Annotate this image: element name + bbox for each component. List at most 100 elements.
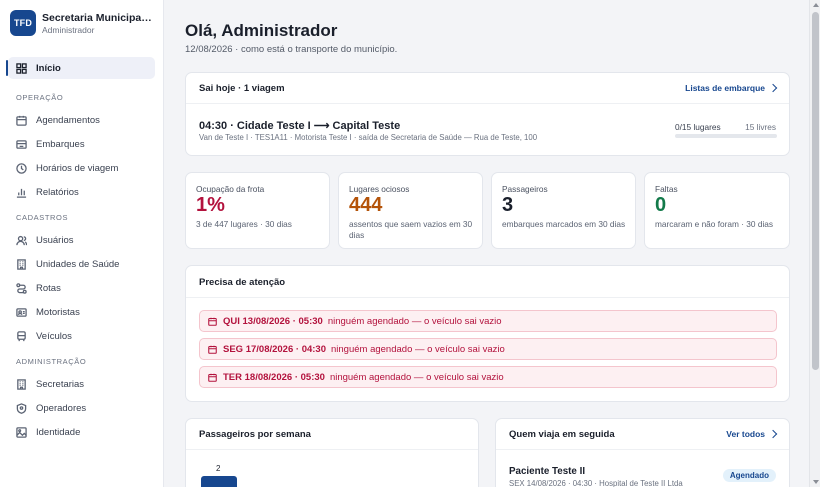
alert-text: ninguém agendado — o veículo sai vazio: [331, 343, 505, 355]
sidebar-item-label: Início: [36, 62, 61, 74]
brand-subtitle: Administrador: [42, 24, 95, 35]
stat-label: Ocupação da frota: [196, 184, 265, 194]
sidebar-item-horarios[interactable]: Horários de viagem: [8, 157, 155, 179]
page-subtitle: 12/08/2026 · como está o transporte do m…: [185, 44, 398, 55]
scrollbar[interactable]: [809, 0, 820, 487]
calendar-icon: [208, 345, 217, 354]
stat-note: assentos que saem vazios em 30 dias: [349, 219, 473, 240]
section-title-cadastros: CADASTROS: [16, 213, 69, 222]
scroll-down-arrow[interactable]: [813, 480, 819, 484]
sidebar-item-operadores[interactable]: Operadores: [8, 397, 155, 419]
sidebar-item-label: Secretarias: [36, 378, 85, 390]
section-title-operacao: OPERAÇÃO: [16, 93, 64, 102]
sidebar-item-label: Rotas: [36, 282, 61, 294]
sidebar-item-label: Usuários: [36, 234, 74, 246]
route-icon: [16, 282, 27, 294]
sidebar-item-usuarios[interactable]: Usuários: [8, 229, 155, 251]
sidebar-item-label: Veículos: [36, 330, 72, 342]
sidebar-item-rotas[interactable]: Rotas: [8, 277, 155, 299]
stat-label: Passageiros: [502, 184, 548, 194]
section-title-administracao: ADMINISTRAÇÃO: [16, 357, 87, 366]
bar-chart-icon: [16, 187, 27, 198]
grid-icon: [16, 62, 27, 74]
attention-title: Precisa de atenção: [199, 277, 286, 288]
sidebar: TFD Secretaria Municipal d... Administra…: [0, 0, 164, 487]
bus-icon: [16, 330, 27, 342]
see-all-label: Ver todos: [726, 429, 765, 439]
today-card: Sai hoje · 1 viagem Listas de embarque 0…: [185, 72, 790, 156]
alert-date: QUI 13/08/2026 · 05:30: [223, 315, 323, 327]
stat-card-ociosos: Lugares ociosos 444 assentos que saem va…: [338, 172, 483, 249]
calendar-icon: [208, 317, 217, 326]
bar-value-label: 2: [216, 464, 221, 473]
chevron-right-icon: [768, 429, 778, 439]
passenger-meta: SEX 14/08/2026 · 04:30 · Hospital de Tes…: [509, 479, 683, 487]
clock-icon: [16, 162, 27, 174]
sidebar-item-label: Motoristas: [36, 306, 80, 318]
stat-note: embarques marcados em 30 dias: [502, 219, 626, 229]
seats-used: 0/15 lugares: [675, 122, 721, 132]
alert-text: ninguém agendado — o veículo sai vazio: [327, 315, 502, 327]
sidebar-item-agendamentos[interactable]: Agendamentos: [8, 109, 155, 131]
weekly-title: Passageiros por semana: [199, 428, 311, 440]
scroll-thumb[interactable]: [812, 12, 819, 370]
sidebar-item-label: Operadores: [36, 402, 87, 414]
stat-card-passageiros: Passageiros 3 embarques marcados em 30 d…: [491, 172, 636, 249]
sidebar-item-inicio[interactable]: Início: [6, 57, 155, 79]
sidebar-item-relatorios[interactable]: Relatórios: [8, 181, 155, 203]
stat-card-ocupacao: Ocupação da frota 1% 3 de 447 lugares · …: [185, 172, 330, 249]
sidebar-item-unidades[interactable]: Unidades de Saúde: [8, 253, 155, 275]
page-title: Olá, Administrador: [185, 21, 338, 40]
stat-value: 3: [502, 194, 514, 216]
sidebar-item-label: Identidade: [36, 426, 81, 438]
sidebar-item-secretarias[interactable]: Secretarias: [8, 373, 155, 395]
see-all-link[interactable]: Ver todos: [726, 429, 778, 439]
seats-free: 15 livres: [745, 122, 776, 132]
brand-logo: TFD: [10, 10, 36, 36]
attention-alert[interactable]: QUI 13/08/2026 · 05:30 ninguém agendado …: [199, 310, 777, 332]
sidebar-item-identidade[interactable]: Identidade: [8, 421, 155, 443]
building-icon: [16, 258, 27, 270]
brand: TFD Secretaria Municipal d... Administra…: [0, 0, 163, 46]
sidebar-item-label: Horários de viagem: [36, 162, 119, 174]
weekly-card: Passageiros por semana 2: [185, 418, 479, 487]
attention-alert[interactable]: TER 18/08/2026 · 05:30 ninguém agendado …: [199, 366, 777, 388]
status-badge: Agendado: [722, 469, 776, 482]
trip-title[interactable]: 04:30 · Cidade Teste I ⟶ Capital Teste: [199, 119, 400, 132]
calendar-icon: [16, 115, 27, 126]
next-card: Quem viaja em seguida Ver todos Paciente…: [495, 418, 790, 487]
sidebar-item-label: Agendamentos: [36, 114, 100, 126]
stat-value: 1%: [196, 194, 225, 216]
id-card-icon: [16, 307, 27, 318]
today-title: Sai hoje · 1 viagem: [199, 82, 285, 94]
sidebar-item-embarques[interactable]: Embarques: [8, 133, 155, 155]
weekly-bar: [201, 476, 237, 487]
attention-card: Precisa de atenção QUI 13/08/2026 · 05:3…: [185, 265, 790, 402]
alert-date: SEG 17/08/2026 · 04:30: [223, 343, 326, 355]
stat-note: 3 de 447 lugares · 30 dias: [196, 219, 292, 229]
boarding-lists-link[interactable]: Listas de embarque: [685, 83, 778, 93]
sidebar-item-label: Embarques: [36, 138, 85, 150]
stat-value: 444: [349, 194, 383, 216]
shield-icon: [16, 402, 27, 414]
passenger-name[interactable]: Paciente Teste II: [509, 466, 585, 477]
calendar-icon: [208, 373, 217, 382]
sidebar-item-veiculos[interactable]: Veículos: [8, 325, 155, 347]
sidebar-item-label: Unidades de Saúde: [36, 258, 120, 270]
next-title: Quem viaja em seguida: [509, 428, 615, 440]
attention-alert[interactable]: SEG 17/08/2026 · 04:30 ninguém agendado …: [199, 338, 777, 360]
trip-meta: Van de Teste I · TES1A11 · Motorista Tes…: [199, 133, 538, 142]
alert-text: ninguém agendado — o veículo sai vazio: [329, 371, 504, 383]
chevron-right-icon: [768, 83, 778, 93]
stat-value: 0: [655, 194, 667, 216]
sidebar-item-motoristas[interactable]: Motoristas: [8, 301, 155, 323]
stat-note: marcaram e não foram · 30 dias: [655, 219, 774, 229]
main-content: Olá, Administrador 12/08/2026 · como est…: [164, 0, 809, 487]
scroll-up-arrow[interactable]: [813, 3, 819, 7]
image-icon: [16, 426, 27, 438]
boarding-icon: [16, 139, 27, 150]
sidebar-item-label: Relatórios: [36, 186, 79, 198]
users-icon: [16, 235, 27, 246]
building-icon: [16, 378, 27, 390]
brand-name: Secretaria Municipal d...: [42, 11, 152, 24]
